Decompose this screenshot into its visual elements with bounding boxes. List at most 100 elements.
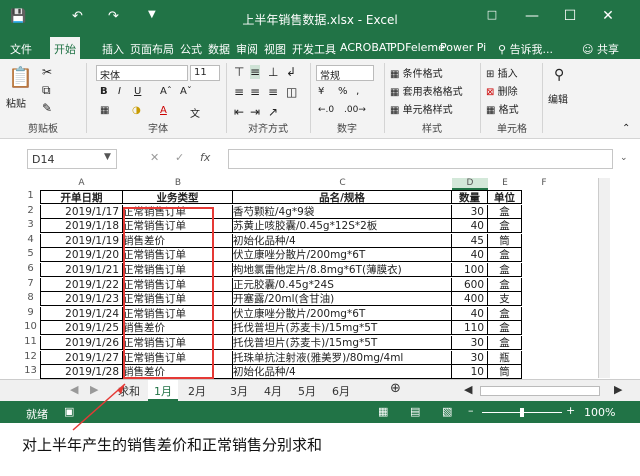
increase-decimal-icon[interactable]: ←.0 [318, 105, 334, 115]
row-header[interactable]: 1 [22, 190, 39, 205]
decrease-font-icon[interactable]: Aˇ [180, 86, 192, 97]
fill-color-icon[interactable]: ◑ [132, 105, 141, 116]
align-middle-icon[interactable]: ≡ [250, 65, 261, 79]
tab-developer[interactable]: 开发工具 [292, 41, 336, 57]
sheet-tab-jun[interactable]: 6月 [332, 383, 350, 399]
increase-font-icon[interactable]: Aˆ [160, 86, 172, 97]
table-cell[interactable]: 45 [452, 233, 488, 248]
column-header[interactable]: D [452, 178, 488, 190]
format-painter-icon[interactable]: ✎ [42, 101, 52, 115]
vertical-scrollbar[interactable] [598, 178, 610, 378]
sheet-tab-apr[interactable]: 4月 [264, 383, 282, 399]
font-color-icon[interactable]: A [160, 105, 167, 116]
tab-formulas[interactable]: 公式 [180, 41, 202, 57]
column-header[interactable]: B [123, 178, 233, 190]
decrease-decimal-icon[interactable]: .00→ [344, 105, 366, 115]
zoom-slider-thumb[interactable] [520, 408, 524, 417]
decrease-indent-icon[interactable]: ⇤ [234, 105, 244, 119]
table-cell[interactable]: 40 [452, 219, 488, 234]
cancel-icon[interactable]: ✕ [150, 151, 159, 164]
row-header[interactable]: 5 [22, 248, 39, 263]
table-cell[interactable]: 支 [488, 292, 522, 307]
format-cells-button[interactable]: ▦ 格式 [486, 101, 519, 116]
table-cell[interactable]: 盒 [488, 204, 522, 219]
table-cell[interactable]: 托伐普坦片(苏麦卡)/15mg*5T [233, 336, 452, 350]
row-header[interactable]: 7 [22, 278, 39, 293]
page-break-view-icon[interactable]: ▧ [442, 405, 452, 418]
collapse-ribbon-icon[interactable]: ⌃ [622, 123, 630, 134]
tab-page-layout[interactable]: 页面布局 [130, 41, 174, 57]
font-size-select[interactable]: 11 [190, 65, 220, 81]
wrap-text-icon[interactable]: ↲ [286, 65, 296, 79]
minimize-icon[interactable]: — [522, 8, 542, 24]
align-bottom-icon[interactable]: ⊥ [268, 65, 278, 79]
table-cell[interactable]: 2019/1/26 [40, 336, 123, 350]
orientation-icon[interactable]: ↗ [268, 105, 278, 119]
table-cell[interactable]: 100 [452, 263, 488, 277]
table-cell[interactable]: 盒 [488, 321, 522, 336]
table-cell[interactable]: 10 [452, 365, 488, 380]
table-cell[interactable]: 30 [452, 204, 488, 219]
cut-icon[interactable]: ✂ [42, 65, 52, 79]
italic-icon[interactable]: I [118, 86, 121, 97]
phonetic-icon[interactable]: 文 [190, 105, 200, 120]
sheet-tab-jan[interactable]: 1月 [148, 380, 178, 401]
column-header[interactable]: C [233, 178, 452, 190]
conditional-format-button[interactable]: ▦ 条件格式 [390, 65, 443, 80]
table-cell[interactable]: 托珠单抗注射液(雅美罗)/80mg/4ml [233, 350, 452, 365]
insert-cells-button[interactable]: ⊞ 插入 [486, 65, 518, 80]
enter-icon[interactable]: ✓ [175, 151, 184, 164]
expand-formula-icon[interactable]: ⌄ [620, 153, 628, 163]
horizontal-scrollbar[interactable] [480, 386, 600, 396]
tab-power-pivot[interactable]: Power Pi [440, 41, 486, 54]
table-cell[interactable]: 40 [452, 248, 488, 263]
column-header[interactable]: F [522, 178, 566, 190]
tab-file[interactable]: 文件 [10, 41, 32, 57]
table-cell[interactable]: 30 [452, 350, 488, 365]
row-header[interactable]: 11 [22, 336, 39, 351]
table-cell[interactable]: 正元胶囊/0.45g*24S [233, 277, 452, 292]
delete-cells-button[interactable]: ⊠ 删除 [486, 83, 518, 98]
align-top-icon[interactable]: ⊤ [234, 65, 244, 79]
ribbon-display-icon[interactable]: □ [482, 8, 502, 21]
table-cell[interactable]: 2019/1/27 [40, 350, 123, 365]
row-header[interactable]: 9 [22, 307, 39, 322]
table-cell[interactable]: 盒 [488, 306, 522, 321]
zoom-in-icon[interactable]: + [566, 404, 575, 417]
table-cell[interactable]: 2019/1/19 [40, 233, 123, 248]
table-format-button[interactable]: ▦ 套用表格格式 [390, 83, 463, 98]
merge-icon[interactable]: ◫ [286, 85, 297, 99]
header-cell[interactable]: 开单日期 [40, 190, 123, 204]
row-header[interactable]: 8 [22, 292, 39, 307]
comma-icon[interactable]: ‚ [356, 86, 359, 97]
table-cell[interactable]: 110 [452, 321, 488, 336]
hscroll-right-icon[interactable]: ▶ [614, 383, 622, 396]
zoom-level[interactable]: 100% [584, 406, 615, 419]
table-cell[interactable]: 2019/1/17 [40, 204, 123, 219]
align-left-icon[interactable]: ≡ [234, 85, 244, 99]
tab-view[interactable]: 视图 [264, 41, 286, 57]
currency-icon[interactable]: ¥ [318, 86, 324, 97]
paste-icon[interactable]: 📋 [8, 65, 33, 89]
close-icon[interactable]: ✕ [598, 8, 618, 24]
table-cell[interactable]: 2019/1/18 [40, 219, 123, 234]
sheet-tab-feb[interactable]: 2月 [188, 383, 206, 399]
table-cell[interactable]: 伏立康唑分散片/200mg*6T [233, 306, 452, 321]
table-cell[interactable]: 2019/1/22 [40, 277, 123, 292]
row-header[interactable]: 2 [22, 205, 39, 220]
zoom-out-icon[interactable]: – [468, 404, 474, 417]
row-header[interactable]: 3 [22, 219, 39, 234]
table-cell[interactable]: 2019/1/28 [40, 365, 123, 380]
header-cell[interactable]: 单位 [488, 190, 522, 204]
align-center-icon[interactable]: ≡ [250, 85, 260, 99]
tab-insert[interactable]: 插入 [102, 41, 124, 57]
table-cell[interactable]: 600 [452, 277, 488, 292]
header-cell[interactable]: 数量 [452, 190, 488, 204]
cell-style-button[interactable]: ▦ 单元格样式 [390, 101, 453, 116]
paste-button[interactable]: 粘贴 [6, 95, 26, 110]
bold-icon[interactable]: B [100, 86, 108, 97]
row-header[interactable]: 10 [22, 321, 39, 336]
tab-data[interactable]: 数据 [208, 41, 230, 57]
table-cell[interactable]: 初始化品种/4 [233, 233, 452, 248]
header-cell[interactable]: 品名/规格 [233, 190, 452, 204]
